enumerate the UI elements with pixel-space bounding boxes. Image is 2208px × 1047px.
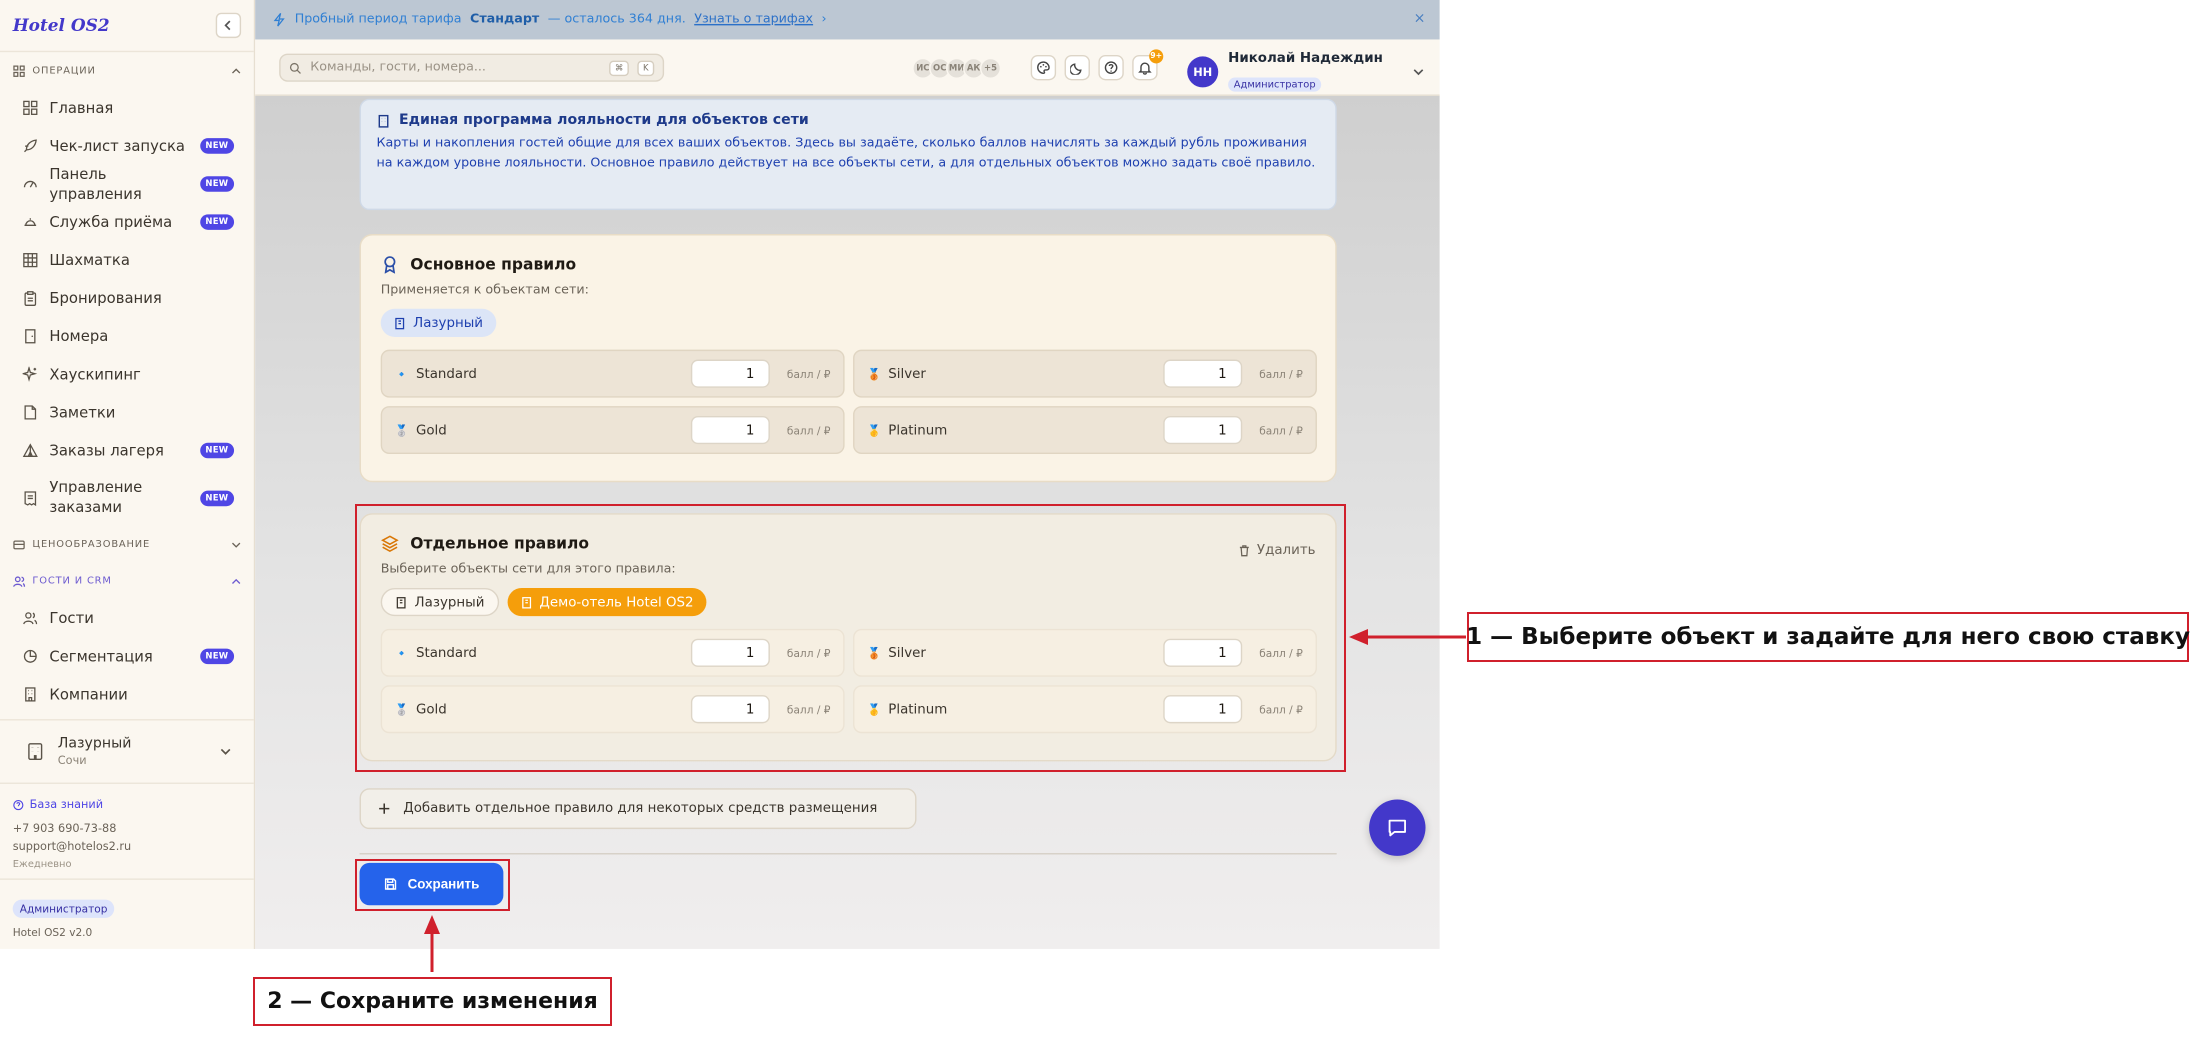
annotation-step-1: 1 — Выберите объект и задайте для него с… — [1466, 612, 2190, 662]
annotation-arrows — [424, 629, 1466, 972]
annotation-step-2: 2 — Сохраните изменения — [253, 977, 612, 1026]
